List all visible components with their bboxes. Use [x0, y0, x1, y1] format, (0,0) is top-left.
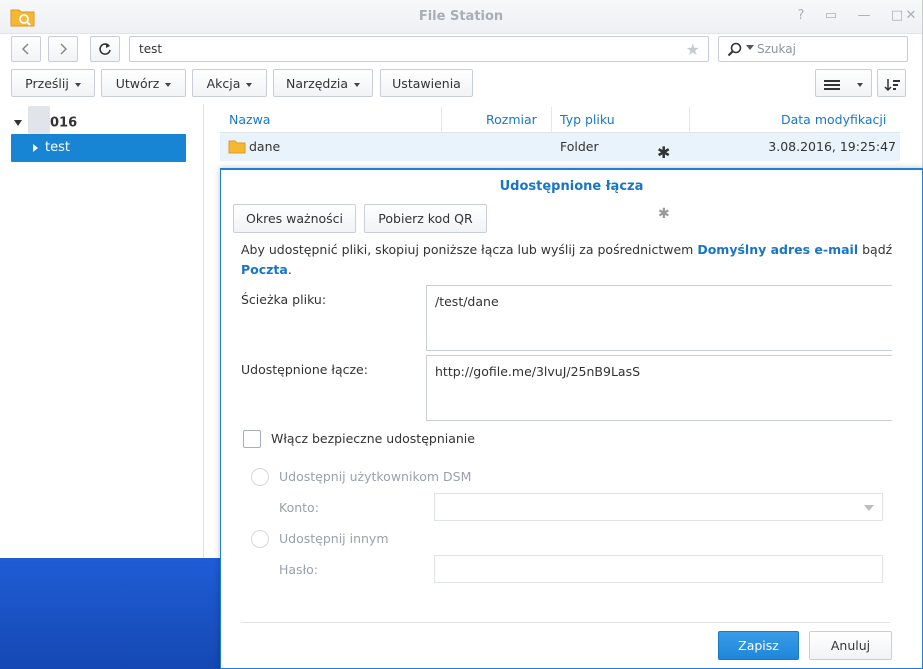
- save-button[interactable]: Zapisz: [718, 631, 799, 660]
- file-modified: 3.08.2016, 19:25:47: [768, 139, 896, 154]
- view-mode-button[interactable]: [815, 69, 872, 97]
- divider: [241, 622, 890, 623]
- chevron-down-icon: [14, 120, 22, 126]
- chevron-down-icon: [246, 82, 253, 87]
- redacted-name: [28, 106, 50, 134]
- chevron-down-icon: [864, 505, 874, 511]
- file-type: Folder: [560, 139, 599, 154]
- share-others-radio[interactable]: [251, 530, 269, 548]
- sort-button[interactable]: [877, 69, 906, 97]
- file-name: dane: [249, 139, 281, 154]
- back-button[interactable]: [11, 36, 41, 62]
- tree-root-label: 016: [50, 115, 78, 131]
- list-view-icon: [823, 79, 840, 90]
- tools-label: Narzędzia: [285, 76, 349, 91]
- minimize-icon[interactable]: —: [856, 8, 872, 24]
- create-label: Utwórz: [115, 76, 160, 91]
- file-path-label: Ścieżka pliku:: [241, 292, 327, 307]
- default-email-link[interactable]: Domyślny adres e-mail: [697, 242, 858, 257]
- share-dsm-users-label: Udostępnij użytkownikom DSM: [279, 469, 472, 484]
- file-list-header: Nazwa Rozmiar Typ pliku Data modyfikacji: [220, 107, 900, 133]
- info-prefix: Aby udostępnić pliki, skopiuj poniższe ł…: [241, 242, 694, 257]
- settings-label: Ustawienia: [392, 76, 461, 91]
- window-title: File Station: [418, 9, 504, 24]
- busy-cursor-icon: ✱: [657, 143, 671, 162]
- path-text: test: [139, 42, 163, 56]
- file-path-field[interactable]: /test/dane: [426, 285, 892, 351]
- share-info-text: Aby udostępnić pliki, skopiuj poniższe ł…: [241, 240, 901, 280]
- password-label: Hasło:: [279, 562, 318, 577]
- path-input[interactable]: test ★: [129, 36, 709, 62]
- refresh-button[interactable]: [90, 36, 120, 62]
- table-row[interactable]: dane Folder 3.08.2016, 19:25:47: [220, 133, 900, 161]
- shared-link-label: Udostępnione łącze:: [241, 362, 368, 377]
- chevron-down-icon: [746, 45, 754, 50]
- shared-link-field[interactable]: http://gofile.me/3lvuJ/25nB9LasS: [426, 355, 892, 421]
- star-icon[interactable]: ★: [686, 40, 700, 59]
- chevron-down-icon: [857, 82, 864, 87]
- forward-button[interactable]: [48, 36, 78, 62]
- column-name[interactable]: Nazwa: [229, 112, 270, 127]
- column-modified[interactable]: Data modyfikacji: [781, 112, 886, 127]
- search-placeholder: Szukaj: [757, 42, 796, 56]
- refresh-icon: [99, 43, 111, 55]
- chevron-right-icon: [60, 43, 68, 55]
- action-toolbar: Prześlij Utwórz Akcja Narzędzia Ustawien…: [0, 69, 923, 97]
- file-list: Nazwa Rozmiar Typ pliku Data modyfikacji…: [220, 107, 900, 161]
- account-select[interactable]: [434, 493, 883, 521]
- chevron-down-icon: [74, 82, 81, 87]
- column-size[interactable]: Rozmiar: [486, 112, 537, 127]
- tree-root-node[interactable]: 016: [14, 106, 78, 134]
- shared-links-dialog: Udostępnione łącza Okres ważności Pobier…: [220, 168, 923, 669]
- account-label: Konto:: [279, 500, 319, 515]
- secure-sharing-label: Włącz bezpieczne udostępnianie: [271, 431, 475, 446]
- share-dsm-users-radio[interactable]: [251, 468, 269, 486]
- mail-link[interactable]: Poczta: [241, 262, 288, 277]
- pin-icon[interactable]: ▭: [823, 8, 839, 24]
- sort-icon: [883, 78, 900, 91]
- navigation-bar: test ★ Szukaj: [0, 34, 923, 64]
- secure-sharing-checkbox[interactable]: [243, 430, 261, 448]
- title-bar: File Station ? ▭ — □ ✕: [0, 0, 922, 34]
- upload-button[interactable]: Prześlij: [11, 69, 95, 97]
- validity-period-button[interactable]: Okres ważności: [233, 204, 356, 233]
- dialog-title: Udostępnione łącza: [499, 179, 644, 194]
- info-mid: bądź: [862, 242, 893, 257]
- folder-tree: 016 test: [0, 104, 204, 558]
- folder-icon: [228, 140, 246, 154]
- search-icon: [727, 42, 742, 57]
- close-icon[interactable]: ✕: [903, 8, 919, 24]
- tree-item-label: test: [45, 140, 70, 155]
- info-suffix: .: [287, 262, 292, 277]
- chevron-right-icon: [33, 144, 38, 152]
- chevron-down-icon: [165, 82, 172, 87]
- search-input[interactable]: Szukaj: [718, 36, 908, 62]
- create-button[interactable]: Utwórz: [101, 69, 186, 97]
- action-button[interactable]: Akcja: [192, 69, 267, 97]
- column-divider: [689, 107, 690, 133]
- qr-code-button[interactable]: Pobierz kod QR: [364, 204, 487, 233]
- tools-button[interactable]: Narzędzia: [273, 69, 373, 97]
- action-label: Akcja: [206, 76, 241, 91]
- column-type[interactable]: Typ pliku: [560, 112, 615, 127]
- help-icon[interactable]: ?: [793, 8, 809, 24]
- cursor-icon: ✱: [658, 206, 670, 222]
- share-others-label: Udostępnij innym: [279, 531, 389, 546]
- column-divider: [441, 107, 442, 133]
- password-field[interactable]: [434, 555, 883, 583]
- chevron-down-icon: [354, 82, 361, 87]
- upload-label: Prześlij: [25, 76, 69, 91]
- chevron-left-icon: [21, 43, 29, 55]
- tree-item-test[interactable]: test: [11, 134, 186, 162]
- column-divider: [551, 107, 552, 133]
- settings-button[interactable]: Ustawienia: [380, 69, 473, 97]
- cancel-button[interactable]: Anuluj: [809, 631, 892, 660]
